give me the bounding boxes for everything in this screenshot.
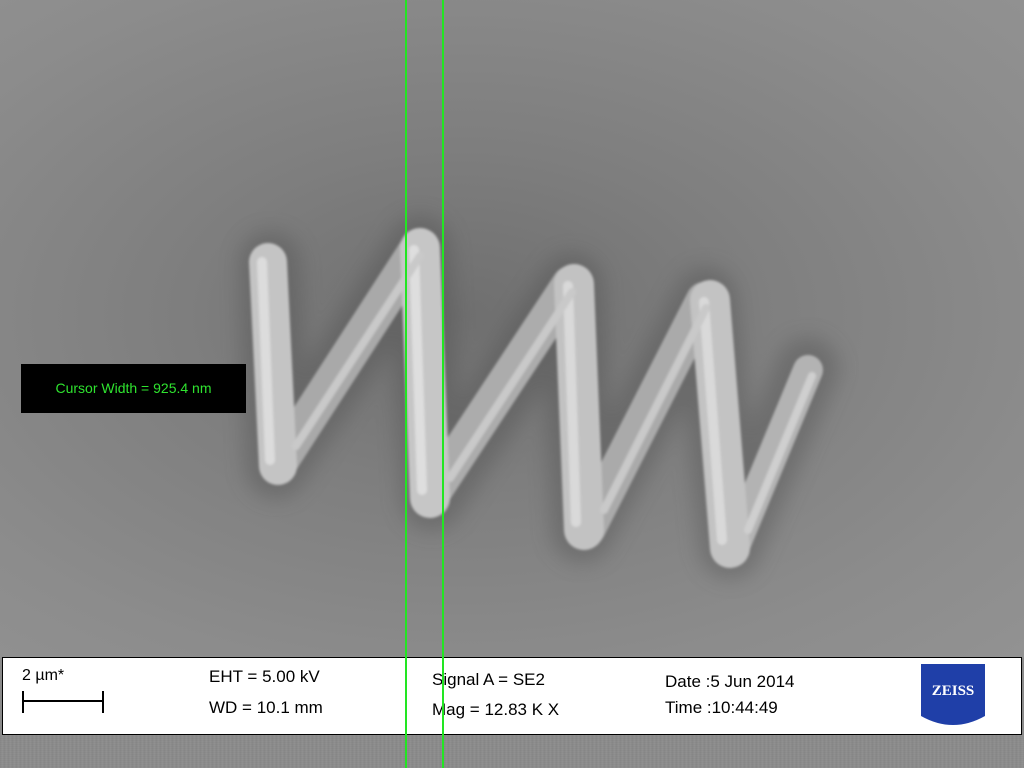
eht-value: EHT = 5.00 kV (209, 667, 320, 686)
measurement-cursor-right[interactable] (442, 0, 444, 768)
zeiss-logo: ZEISS (921, 664, 985, 725)
time-value: Time :10:44:49 (665, 698, 778, 717)
zeiss-logo-text: ZEISS (932, 683, 975, 699)
scale-bar (22, 691, 104, 713)
signal-value: Signal A = SE2 (432, 670, 545, 689)
scale-bar-label: 2 µm* (22, 667, 65, 684)
sem-image-view (0, 0, 1024, 658)
noise-strip (0, 735, 1024, 768)
measurement-cursor-left[interactable] (405, 0, 407, 768)
working-distance-value: WD = 10.1 mm (209, 698, 323, 717)
magnification-value: Mag = 12.83 K X (432, 700, 560, 719)
cursor-width-readout: Cursor Width = 925.4 nm (21, 364, 246, 413)
nanospring-helix (239, 215, 839, 579)
date-value: Date :5 Jun 2014 (665, 672, 795, 691)
sem-info-bar: 2 µm* EHT = 5.00 kV WD = 10.1 mm Signal … (2, 657, 1022, 735)
